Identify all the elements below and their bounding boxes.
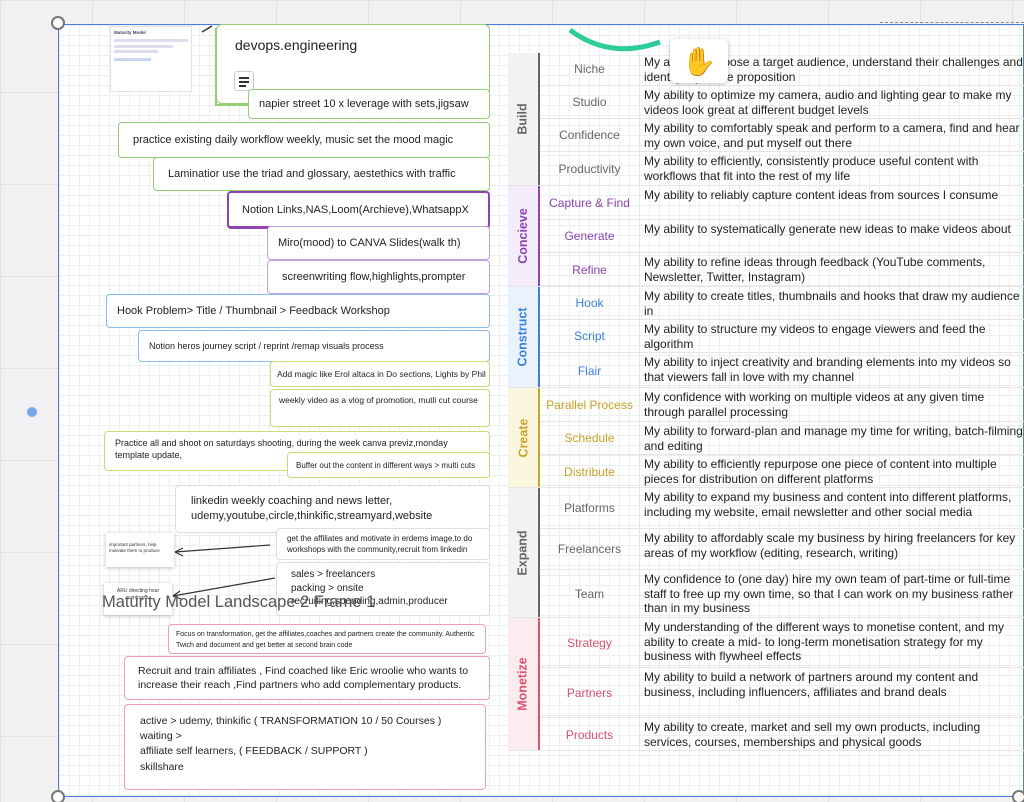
maturity-row: Script My ability to structure my videos … (540, 320, 1024, 353)
maturity-row: Freelancers My ability to affordably scal… (540, 529, 1024, 570)
maturity-row-description: My ability to inject creativity and bran… (644, 355, 1011, 384)
maturity-row: Generate My ability to systematically gen… (540, 220, 1024, 253)
mindmap-node[interactable]: Focus on transformation, get the affilia… (168, 624, 486, 654)
maturity-row-description: My ability to systematically generate ne… (644, 222, 1011, 236)
mindmap-node[interactable]: screenwriting flow,highlights,prompter (267, 260, 490, 294)
mindmap-node[interactable]: linkedin weekly coaching and news letter… (175, 485, 490, 533)
maturity-row-label: Products (540, 718, 640, 751)
maturity-row: Team My confidence to (one day) hire my o… (540, 570, 1024, 618)
maturity-row-label: Productivity (540, 152, 640, 186)
maturity-row: Partners My ability to build a network of… (540, 668, 1024, 718)
maturity-row-label: Flair (540, 353, 640, 388)
mindmap-node[interactable]: Notion Links,NAS,Loom(Archieve),Whatsapp… (227, 191, 490, 229)
maturity-row-label: Parallel Process (540, 388, 640, 421)
maturity-row: Studio My ability to optimize my camera, … (540, 86, 1024, 119)
maturity-row: NicheMy ability to choose a target audie… (540, 53, 1024, 86)
maturity-row-label: Strategy (540, 618, 640, 667)
mindmap-node[interactable]: Hook Problem> Title / Thumbnail > Feedba… (106, 294, 490, 328)
maturity-row: Schedule My ability to forward-plan and m… (540, 422, 1024, 455)
sticky-note[interactable]: important partners, help motivate them t… (106, 533, 174, 567)
mindmap-node[interactable]: get the affiliates and motivate in erdem… (276, 528, 490, 560)
maturity-group: Expand Platforms My ability to expand my b… (508, 488, 1024, 618)
maturity-row-description: My ability to refine ideas through feedb… (644, 255, 986, 284)
mindmap-node[interactable]: Recruit and train affiliates , Find coac… (124, 656, 490, 700)
maturity-row: Parallel Process My confidence with worki… (540, 388, 1024, 422)
maturity-row-label: Refine (540, 253, 640, 287)
mindmap-node[interactable]: Miro(mood) to CANVA Slides(walk th) (267, 226, 490, 260)
maturity-row-description: My ability to efficiently repurpose one … (644, 457, 997, 486)
maturity-row-description: My ability to optimize my camera, audio … (644, 88, 1012, 117)
post-thumbnail[interactable]: Maturity Model (110, 26, 192, 92)
maturity-row: Distribute My ability to efficiently repu… (540, 455, 1024, 488)
mindmap-node[interactable]: napier street 10 x leverage with sets,ji… (248, 89, 490, 119)
maturity-row-description: My ability to build a network of partner… (644, 670, 979, 699)
maturity-row-label: Confidence (540, 119, 640, 151)
maturity-row: Productivity My ability to efficiently, c… (540, 152, 1024, 186)
maturity-group: Create Parallel Process My confidence with… (508, 388, 1024, 488)
maturity-group-label: Construct (508, 287, 540, 387)
maturity-row-label: Niche (540, 53, 640, 85)
maturity-group-name: Create (516, 418, 531, 457)
maturity-group: Concieve Capture & Find My ability to reli… (508, 186, 1024, 287)
maturity-row: Platforms My ability to expand my busines… (540, 488, 1024, 529)
maturity-row-label: Script (540, 320, 640, 352)
maturity-group: Monetize Strategy My understanding of the … (508, 618, 1024, 751)
wave-hand-icon[interactable]: ✋ (670, 39, 728, 83)
maturity-row-description: My ability to forward-plan and manage my… (644, 424, 1023, 453)
maturity-row-description: My confidence with working on multiple v… (644, 390, 985, 419)
mindmap-node[interactable]: Add magic like Erol altaca in Do section… (270, 361, 490, 387)
maturity-row-label: Distribute (540, 455, 640, 488)
maturity-row-description: My confidence to (one day) hire my own t… (644, 572, 1014, 615)
mindmap-node[interactable]: Buffer out the content in different ways… (287, 452, 490, 478)
maturity-row: Refine My ability to refine ideas through… (540, 253, 1024, 287)
maturity-row-description: My ability to expand my business and con… (644, 490, 1012, 519)
mindmap-node[interactable]: practice existing daily workflow weekly,… (118, 122, 490, 158)
maturity-group-name: Build (516, 103, 530, 135)
maturity-row: Products My ability to create, market and… (540, 718, 1024, 751)
maturity-group-name: Expand (516, 529, 530, 576)
maturity-row-description: My ability to create, market and sell my… (644, 720, 981, 749)
maturity-row: Confidence My ability to comfortably spea… (540, 119, 1024, 152)
maturity-row-label: Partners (540, 668, 640, 717)
frame-caption: Maturity Model Landscape 2 Frame 1 (102, 593, 376, 611)
maturity-row-description: My ability to create titles, thumbnails … (644, 289, 1020, 318)
maturity-row-description: My ability to reliably capture content i… (644, 188, 999, 202)
maturity-row-description: My understanding of the different ways t… (644, 620, 1004, 663)
maturity-row-label: Generate (540, 220, 640, 252)
maturity-group-label: Concieve (508, 186, 540, 286)
maturity-group-name: Concieve (516, 208, 530, 264)
maturity-group-label: Expand (508, 488, 540, 617)
thumbnail-title: Maturity Model (114, 30, 146, 35)
maturity-group: Build NicheMy ability to choose a target … (508, 53, 1024, 186)
maturity-row-description: My ability to affordably scale my busine… (644, 531, 1016, 560)
maturity-group-name: Construct (516, 307, 530, 367)
maturity-row-label: Freelancers (540, 529, 640, 569)
mindmap-node[interactable]: Laminatior use the triad and glossary, a… (153, 157, 490, 191)
maturity-row-label: Hook (540, 287, 640, 319)
mindmap-node[interactable]: weekly video as a vlog of promotion, mut… (270, 389, 490, 427)
mindmap-node[interactable]: Notion heros journey script / reprint /r… (138, 330, 490, 362)
root-title: devops.engineering (235, 37, 358, 53)
maturity-row: Capture & Find My ability to reliably cap… (540, 186, 1024, 220)
maturity-row-label: Team (540, 570, 640, 618)
maturity-row: Strategy My understanding of the differen… (540, 618, 1024, 668)
maturity-row-label: Capture & Find (540, 186, 640, 219)
notes-icon[interactable] (234, 71, 254, 91)
maturity-row-description: My ability to efficiently, consistently … (644, 154, 979, 183)
maturity-group-name: Monetize (516, 657, 531, 711)
maturity-row-label: Platforms (540, 488, 640, 528)
maturity-row-description: My ability to structure my videos to eng… (644, 322, 986, 351)
maturity-group: Construct Hook My ability to create titles… (508, 287, 1024, 388)
maturity-group-label: Monetize (508, 618, 540, 750)
mindmap-node[interactable]: active > udemy, thinkific ( TRANSFORMATI… (124, 704, 486, 790)
maturity-group-label: Create (508, 388, 540, 487)
maturity-row-label: Studio (540, 86, 640, 118)
sticky-note-text: important partners, help motivate them t… (109, 542, 160, 553)
maturity-row: Flair My ability to inject creativity and… (540, 353, 1024, 388)
maturity-row: Hook My ability to create titles, thumbna… (540, 287, 1024, 320)
maturity-group-label: Build (508, 53, 540, 185)
maturity-row-description: My ability to comfortably speak and perf… (644, 121, 1020, 150)
maturity-row-label: Schedule (540, 422, 640, 454)
